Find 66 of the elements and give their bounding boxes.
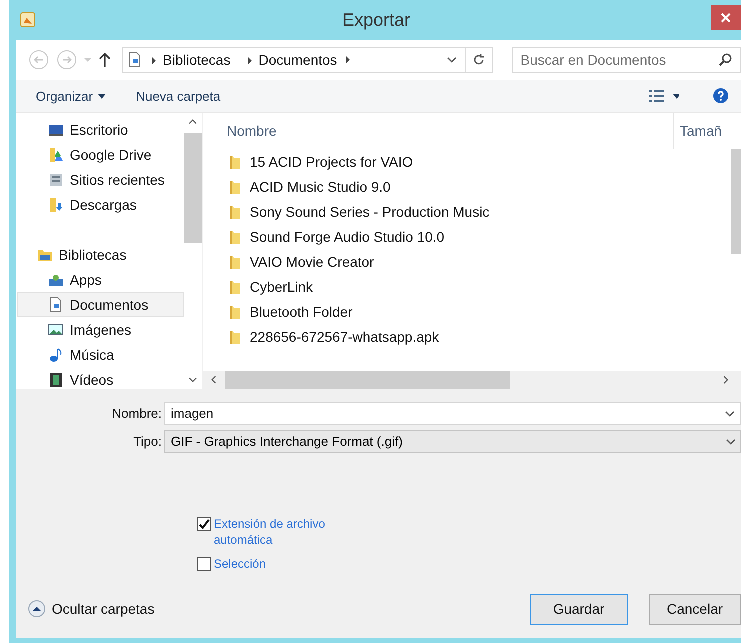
crumb-arrow-icon: [151, 57, 157, 65]
sidebar-item[interactable]: Imágenes: [17, 317, 184, 342]
crumb-arrow-icon: [246, 57, 253, 65]
horizontal-scrollbar[interactable]: [203, 371, 741, 389]
view-options-icon[interactable]: [649, 90, 679, 102]
close-icon: [721, 12, 731, 22]
checkbox-label[interactable]: Extensión de archivo automática: [214, 516, 344, 548]
sidebar-item[interactable]: Descargas: [17, 192, 184, 217]
sidebar-item[interactable]: Vídeos: [17, 367, 184, 392]
file-name-field[interactable]: imagen: [164, 402, 741, 425]
sidebar-item[interactable]: Sitios recientes: [17, 167, 184, 192]
sidebar-item[interactable]: Apps: [17, 267, 184, 292]
folder-icon: [227, 204, 243, 220]
up-button[interactable]: [98, 52, 112, 68]
hide-folders-button[interactable]: Ocultar carpetas: [28, 600, 155, 618]
close-button[interactable]: [711, 5, 741, 30]
window-title: Exportar: [342, 10, 411, 30]
new-folder-button[interactable]: Nueva carpeta: [129, 84, 228, 108]
collapse-icon: [28, 600, 46, 618]
search-field[interactable]: Buscar en Documentos: [512, 47, 741, 73]
file-name[interactable]: 228656-672567-whatsapp.apk: [250, 328, 440, 344]
crumb-arrow-icon: [345, 56, 352, 64]
checkbox[interactable]: [197, 517, 211, 531]
music-note-icon: [48, 346, 64, 362]
checkbox[interactable]: [197, 557, 211, 571]
file-name[interactable]: VAIO Movie Creator: [250, 254, 374, 270]
column-header[interactable]: Nombre: [203, 113, 673, 149]
film-icon: [48, 372, 64, 388]
search-icon: [719, 54, 732, 66]
folder-icon: [227, 304, 243, 320]
file-name[interactable]: CyberLink: [250, 278, 314, 294]
document-icon: [48, 296, 64, 312]
breadcrumb[interactable]: Documentos: [258, 52, 338, 68]
breadcrumb[interactable]: Bibliotecas: [163, 52, 231, 68]
folder-icon: [48, 146, 64, 162]
folder-icon: [227, 278, 243, 294]
file-type-dropdown[interactable]: GIF - Graphics Interchange Format (.gif): [164, 430, 741, 453]
help-icon[interactable]: [713, 88, 729, 104]
save-button[interactable]: Guardar: [530, 594, 628, 624]
organize-button[interactable]: Organizar: [29, 84, 114, 108]
picture-icon: [48, 322, 64, 338]
app-icon: [20, 12, 36, 28]
download-folder-icon: [48, 196, 64, 212]
field-label: Nombre:: [111, 406, 163, 421]
folder-icon: [227, 228, 243, 244]
folder-icon: [227, 178, 243, 194]
sidebar-item[interactable]: Escritorio: [17, 117, 184, 142]
recent-places-icon: [48, 172, 64, 188]
file-name[interactable]: Sound Forge Audio Studio 10.0: [250, 228, 445, 244]
file-name[interactable]: Bluetooth Folder: [250, 304, 353, 320]
checkbox-label[interactable]: Selección: [214, 556, 344, 572]
document-icon: [127, 52, 143, 68]
folder-icon: [227, 254, 243, 270]
refresh-icon[interactable]: [472, 53, 486, 67]
sidebar-item[interactable]: Bibliotecas: [28, 242, 184, 267]
file-name[interactable]: ACID Music Studio 9.0: [250, 178, 391, 194]
caret-icon: [98, 94, 106, 98]
field-label: Tipo:: [132, 434, 163, 449]
file-name[interactable]: Sony Sound Series - Production Music: [250, 204, 490, 220]
sidebar-item[interactable]: Música: [17, 342, 184, 367]
file-name[interactable]: 15 ACID Projects for VAIO: [250, 154, 414, 170]
folder-icon: [227, 328, 243, 344]
folder-icon: [227, 154, 243, 170]
sidebar-item[interactable]: Google Drive: [17, 142, 184, 167]
cancel-button[interactable]: Cancelar: [649, 594, 741, 624]
sidebar-item[interactable]: Documentos: [17, 292, 184, 317]
